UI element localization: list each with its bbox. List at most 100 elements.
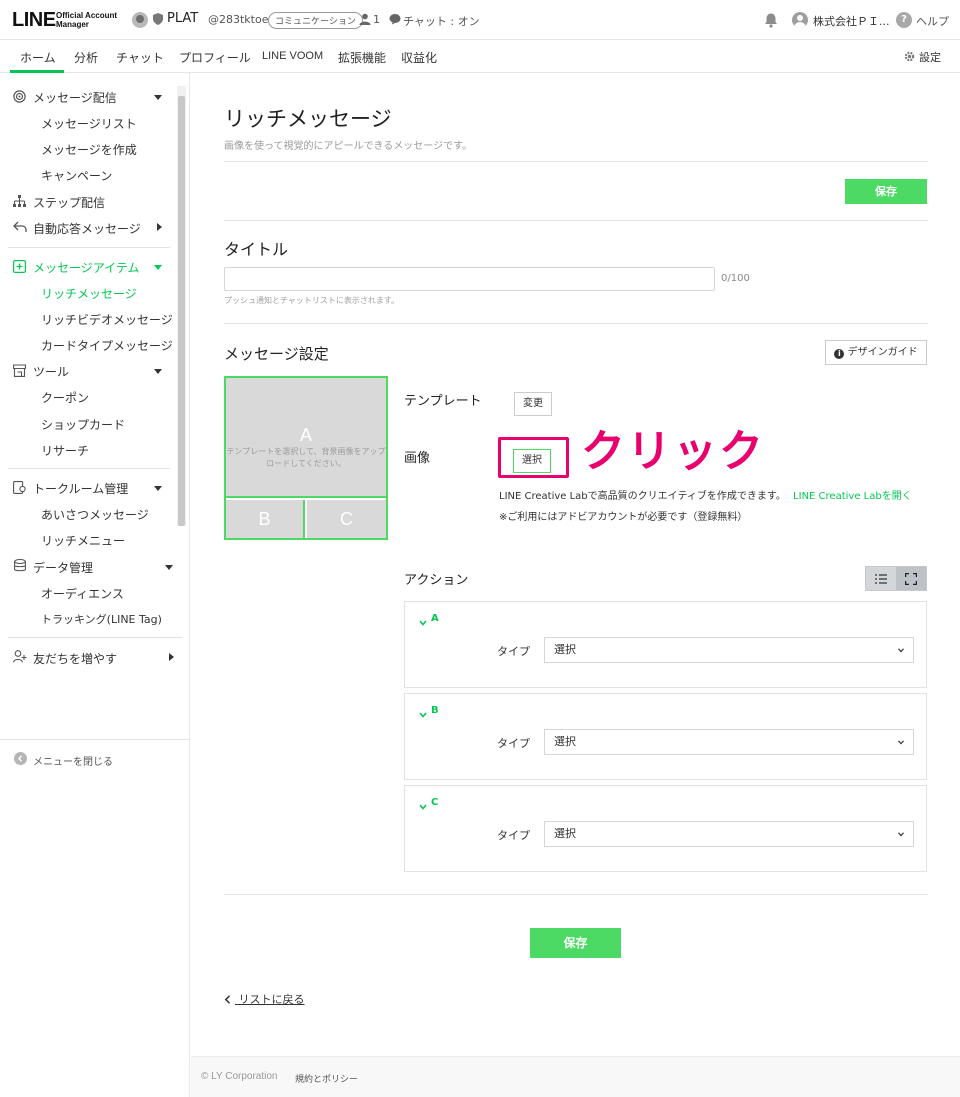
tab-chat[interactable]: チャット [116, 49, 164, 66]
sidebar-item-data-mgmt[interactable]: データ管理 [33, 559, 93, 576]
preview-area-a[interactable]: A [226, 378, 386, 498]
actions-label: アクション [404, 573, 469, 588]
template-preview[interactable]: A テンプレートを選択して、背景画像をアップロードしてください。 B C [224, 376, 388, 540]
sidebar-divider [8, 637, 182, 638]
tab-line-voom[interactable]: LINE VOOM [262, 50, 323, 62]
account-name[interactable]: PLAT [167, 11, 198, 26]
sidebar-item-rich-menu[interactable]: リッチメニュー [41, 532, 125, 549]
expand-view-icon[interactable] [896, 567, 926, 590]
sidebar-item-coupon[interactable]: クーポン [41, 389, 89, 406]
account-avatar[interactable] [132, 12, 148, 28]
chevron-down-icon[interactable] [165, 565, 173, 570]
sidebar-item-rich-video[interactable]: リッチビデオメッセージ [41, 311, 173, 328]
select-value: 選択 [554, 643, 576, 656]
sidebar-item-greeting[interactable]: あいさつメッセージ [41, 506, 149, 523]
logo-subtitle-line1: Official Account [56, 11, 118, 20]
preview-area-c[interactable]: C [307, 500, 386, 538]
sidebar-item-card-type[interactable]: カードタイプメッセージ [41, 337, 173, 354]
action-type-label: タイプ [497, 829, 530, 842]
user-avatar-icon[interactable] [792, 12, 808, 28]
template-change-button[interactable]: 変更 [514, 392, 552, 416]
tab-monetize[interactable]: 収益化 [401, 49, 437, 66]
action-type-select[interactable]: 選択 [544, 637, 914, 663]
action-letter[interactable]: C [431, 797, 438, 808]
image-select-button[interactable]: 選択 [513, 449, 551, 473]
chat-status[interactable]: チャット : オン [403, 13, 480, 29]
title-input[interactable] [224, 267, 715, 291]
top-bar: LINE Official Account Manager PLAT @283t… [0, 0, 960, 40]
shield-icon [153, 13, 163, 25]
chevron-down-icon [898, 832, 904, 837]
footer: © LY Corporation 規約とポリシー [191, 1056, 960, 1097]
sidebar-item-shop-card[interactable]: ショップカード [41, 416, 125, 433]
policy-link[interactable]: 規約とポリシー [295, 1072, 358, 1085]
help-link[interactable]: ヘルプ [916, 13, 949, 29]
sidebar-divider [0, 739, 189, 740]
sidebar-item-research[interactable]: リサーチ [41, 442, 89, 459]
bell-icon[interactable] [763, 12, 779, 28]
step-delivery-icon [13, 195, 26, 207]
sidebar-item-message-list[interactable]: メッセージリスト [41, 115, 137, 132]
action-letter[interactable]: B [431, 705, 439, 716]
preview-area-b[interactable]: B [226, 500, 305, 538]
action-type-select[interactable]: 選択 [544, 729, 914, 755]
sidebar-item-tracking[interactable]: トラッキング(LINE Tag) [41, 611, 162, 627]
auto-reply-icon [13, 221, 27, 233]
chevron-down-icon[interactable] [419, 615, 427, 626]
sidebar-item-campaign[interactable]: キャンペーン [41, 167, 112, 184]
chevron-down-icon[interactable] [419, 707, 427, 718]
friends-icon [359, 13, 371, 25]
title-char-counter: 0/100 [721, 273, 750, 284]
view-toggle [865, 566, 927, 591]
sidebar: メッセージ配信 メッセージリスト メッセージを作成 キャンペーン ステップ配信 … [0, 73, 190, 1097]
sidebar-item-step-delivery[interactable]: ステップ配信 [33, 194, 105, 211]
line-logo[interactable]: LINE [12, 9, 56, 32]
design-guide-label: デザインガイド [847, 347, 918, 358]
creative-lab-link[interactable]: LINE Creative Labを開く [793, 491, 912, 502]
sidebar-item-message-items[interactable]: メッセージアイテム [33, 259, 140, 276]
sidebar-item-auto-response[interactable]: 自動応答メッセージ [33, 220, 141, 237]
list-view-icon[interactable] [866, 567, 896, 590]
sidebar-divider [8, 247, 170, 248]
chevron-right-icon[interactable] [169, 653, 174, 661]
preview-label-a: A [299, 425, 312, 445]
sidebar-item-audience[interactable]: オーディエンス [41, 585, 124, 602]
sidebar-item-tools[interactable]: ツール [33, 363, 69, 380]
company-name[interactable]: 株式会社ＰＩ... [813, 13, 890, 29]
save-button-top[interactable]: 保存 [845, 179, 927, 204]
help-icon[interactable]: ? [896, 12, 912, 28]
tab-extensions[interactable]: 拡張機能 [338, 49, 386, 66]
main-content: リッチメッセージ 画像を使って視覚的にアピールできるメッセージです。 保存 タイ… [191, 73, 960, 1056]
settings-link[interactable]: 設定 [919, 49, 941, 65]
design-guide-button[interactable]: i デザインガイド [825, 340, 927, 365]
tab-home[interactable]: ホーム [20, 49, 56, 66]
action-type-select[interactable]: 選択 [544, 821, 914, 847]
chevron-down-icon[interactable] [419, 799, 427, 810]
chevron-down-icon[interactable] [154, 265, 162, 270]
add-item-icon [13, 260, 27, 274]
chevron-down-icon[interactable] [154, 369, 162, 374]
chevron-right-icon[interactable] [157, 223, 162, 231]
action-letter[interactable]: A [431, 613, 439, 624]
action-type-label: タイプ [497, 645, 530, 658]
sidebar-scrollbar-thumb[interactable] [178, 96, 185, 526]
template-label: テンプレート [404, 394, 482, 409]
sidebar-item-talk-room[interactable]: トークルーム管理 [33, 480, 128, 497]
chat-icon [389, 13, 401, 25]
save-button-bottom[interactable]: 保存 [530, 928, 621, 958]
chevron-down-icon[interactable] [154, 95, 162, 100]
close-menu-button[interactable]: メニューを閉じる [33, 753, 113, 768]
sidebar-item-create-message[interactable]: メッセージを作成 [41, 141, 137, 158]
tab-analytics[interactable]: 分析 [74, 49, 98, 66]
gear-icon[interactable] [904, 51, 915, 62]
sidebar-item-message-delivery[interactable]: メッセージ配信 [33, 89, 117, 106]
back-to-list-link[interactable]: リストに戻る [224, 991, 305, 1007]
sidebar-item-grow-friends[interactable]: 友だちを増やす [33, 650, 117, 667]
tab-profile[interactable]: プロフィール [179, 49, 251, 66]
chevron-down-icon[interactable] [154, 486, 162, 491]
back-link-label: リストに戻る [238, 993, 305, 1006]
collapse-icon[interactable] [14, 752, 27, 765]
sidebar-item-rich-message[interactable]: リッチメッセージ [41, 285, 137, 302]
account-id: @283tktoe [208, 13, 269, 26]
title-section-label: タイトル [224, 240, 289, 259]
